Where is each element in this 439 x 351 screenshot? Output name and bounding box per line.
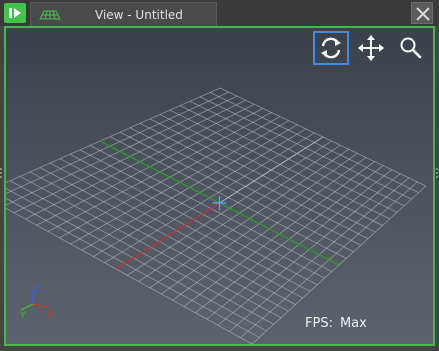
close-icon [416, 7, 430, 21]
title-bar: View - Untitled [0, 0, 439, 26]
orbit-icon [321, 37, 341, 59]
fps-value: Max [339, 316, 367, 331]
close-button[interactable] [411, 2, 433, 24]
grid-scene: X Y Z [6, 87, 427, 344]
gizmo-x-axis [32, 303, 49, 308]
orbit-button[interactable] [313, 31, 349, 65]
gizmo-z-label: Z [34, 285, 40, 295]
viewport-frame: X Y Z FPS: Max [4, 26, 435, 346]
pan-icon [358, 35, 384, 61]
tab-view[interactable]: View - Untitled [30, 2, 217, 26]
tab-title: View - Untitled [95, 8, 183, 22]
grid-line [6, 197, 260, 338]
gizmo-y-axis [20, 303, 34, 311]
x-axis-line-back [219, 136, 324, 204]
zoom-button[interactable] [393, 31, 429, 65]
gizmo-x-label: X [47, 310, 53, 320]
fps-readout: FPS: Max [305, 316, 367, 331]
panel-toggle-icon [9, 8, 21, 18]
zoom-icon [400, 37, 422, 59]
gizmo-y-label: Y [19, 311, 26, 321]
fps-label: FPS: [305, 316, 333, 331]
grid-plane-icon [39, 10, 61, 20]
viewport-window: View - Untitled X Y Z FPS: Max [0, 0, 439, 351]
pan-button[interactable] [353, 31, 389, 65]
3d-viewport[interactable]: X Y Z FPS: Max [6, 28, 433, 344]
panel-toggle-button[interactable] [4, 3, 26, 23]
left-resize-grip[interactable] [0, 168, 3, 180]
x-axis-line [115, 202, 220, 270]
grid-line [6, 95, 238, 206]
z-axis-line-front [219, 202, 340, 266]
ground-grid [6, 87, 427, 344]
